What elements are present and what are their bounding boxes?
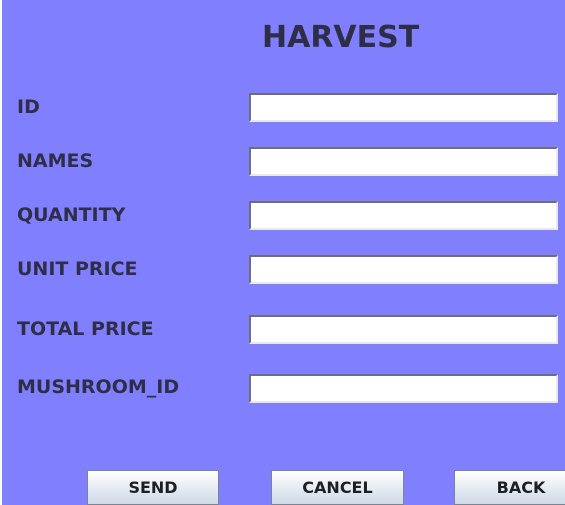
unit-price-field[interactable] (249, 255, 558, 284)
harvest-form-panel (2, 0, 565, 505)
mushroom-id-label: MUSHROOM_ID (17, 376, 180, 398)
total-price-field[interactable] (249, 315, 558, 344)
back-button[interactable]: BACK (454, 470, 565, 505)
names-label: NAMES (17, 150, 94, 172)
form-title: HARVEST (262, 20, 420, 55)
cancel-button[interactable]: CANCEL (271, 470, 404, 505)
quantity-label: QUANTITY (17, 204, 126, 226)
quantity-field[interactable] (249, 201, 558, 230)
unit-price-label: UNIT PRICE (17, 258, 138, 280)
window: HARVEST ID NAMES QUANTITY UNIT PRICE TOT… (0, 0, 565, 505)
send-button[interactable]: SEND (87, 470, 219, 505)
id-label: ID (17, 96, 40, 118)
id-field[interactable] (249, 93, 558, 122)
names-field[interactable] (249, 147, 558, 176)
total-price-label: TOTAL PRICE (17, 318, 154, 340)
mushroom-id-field[interactable] (249, 374, 558, 403)
